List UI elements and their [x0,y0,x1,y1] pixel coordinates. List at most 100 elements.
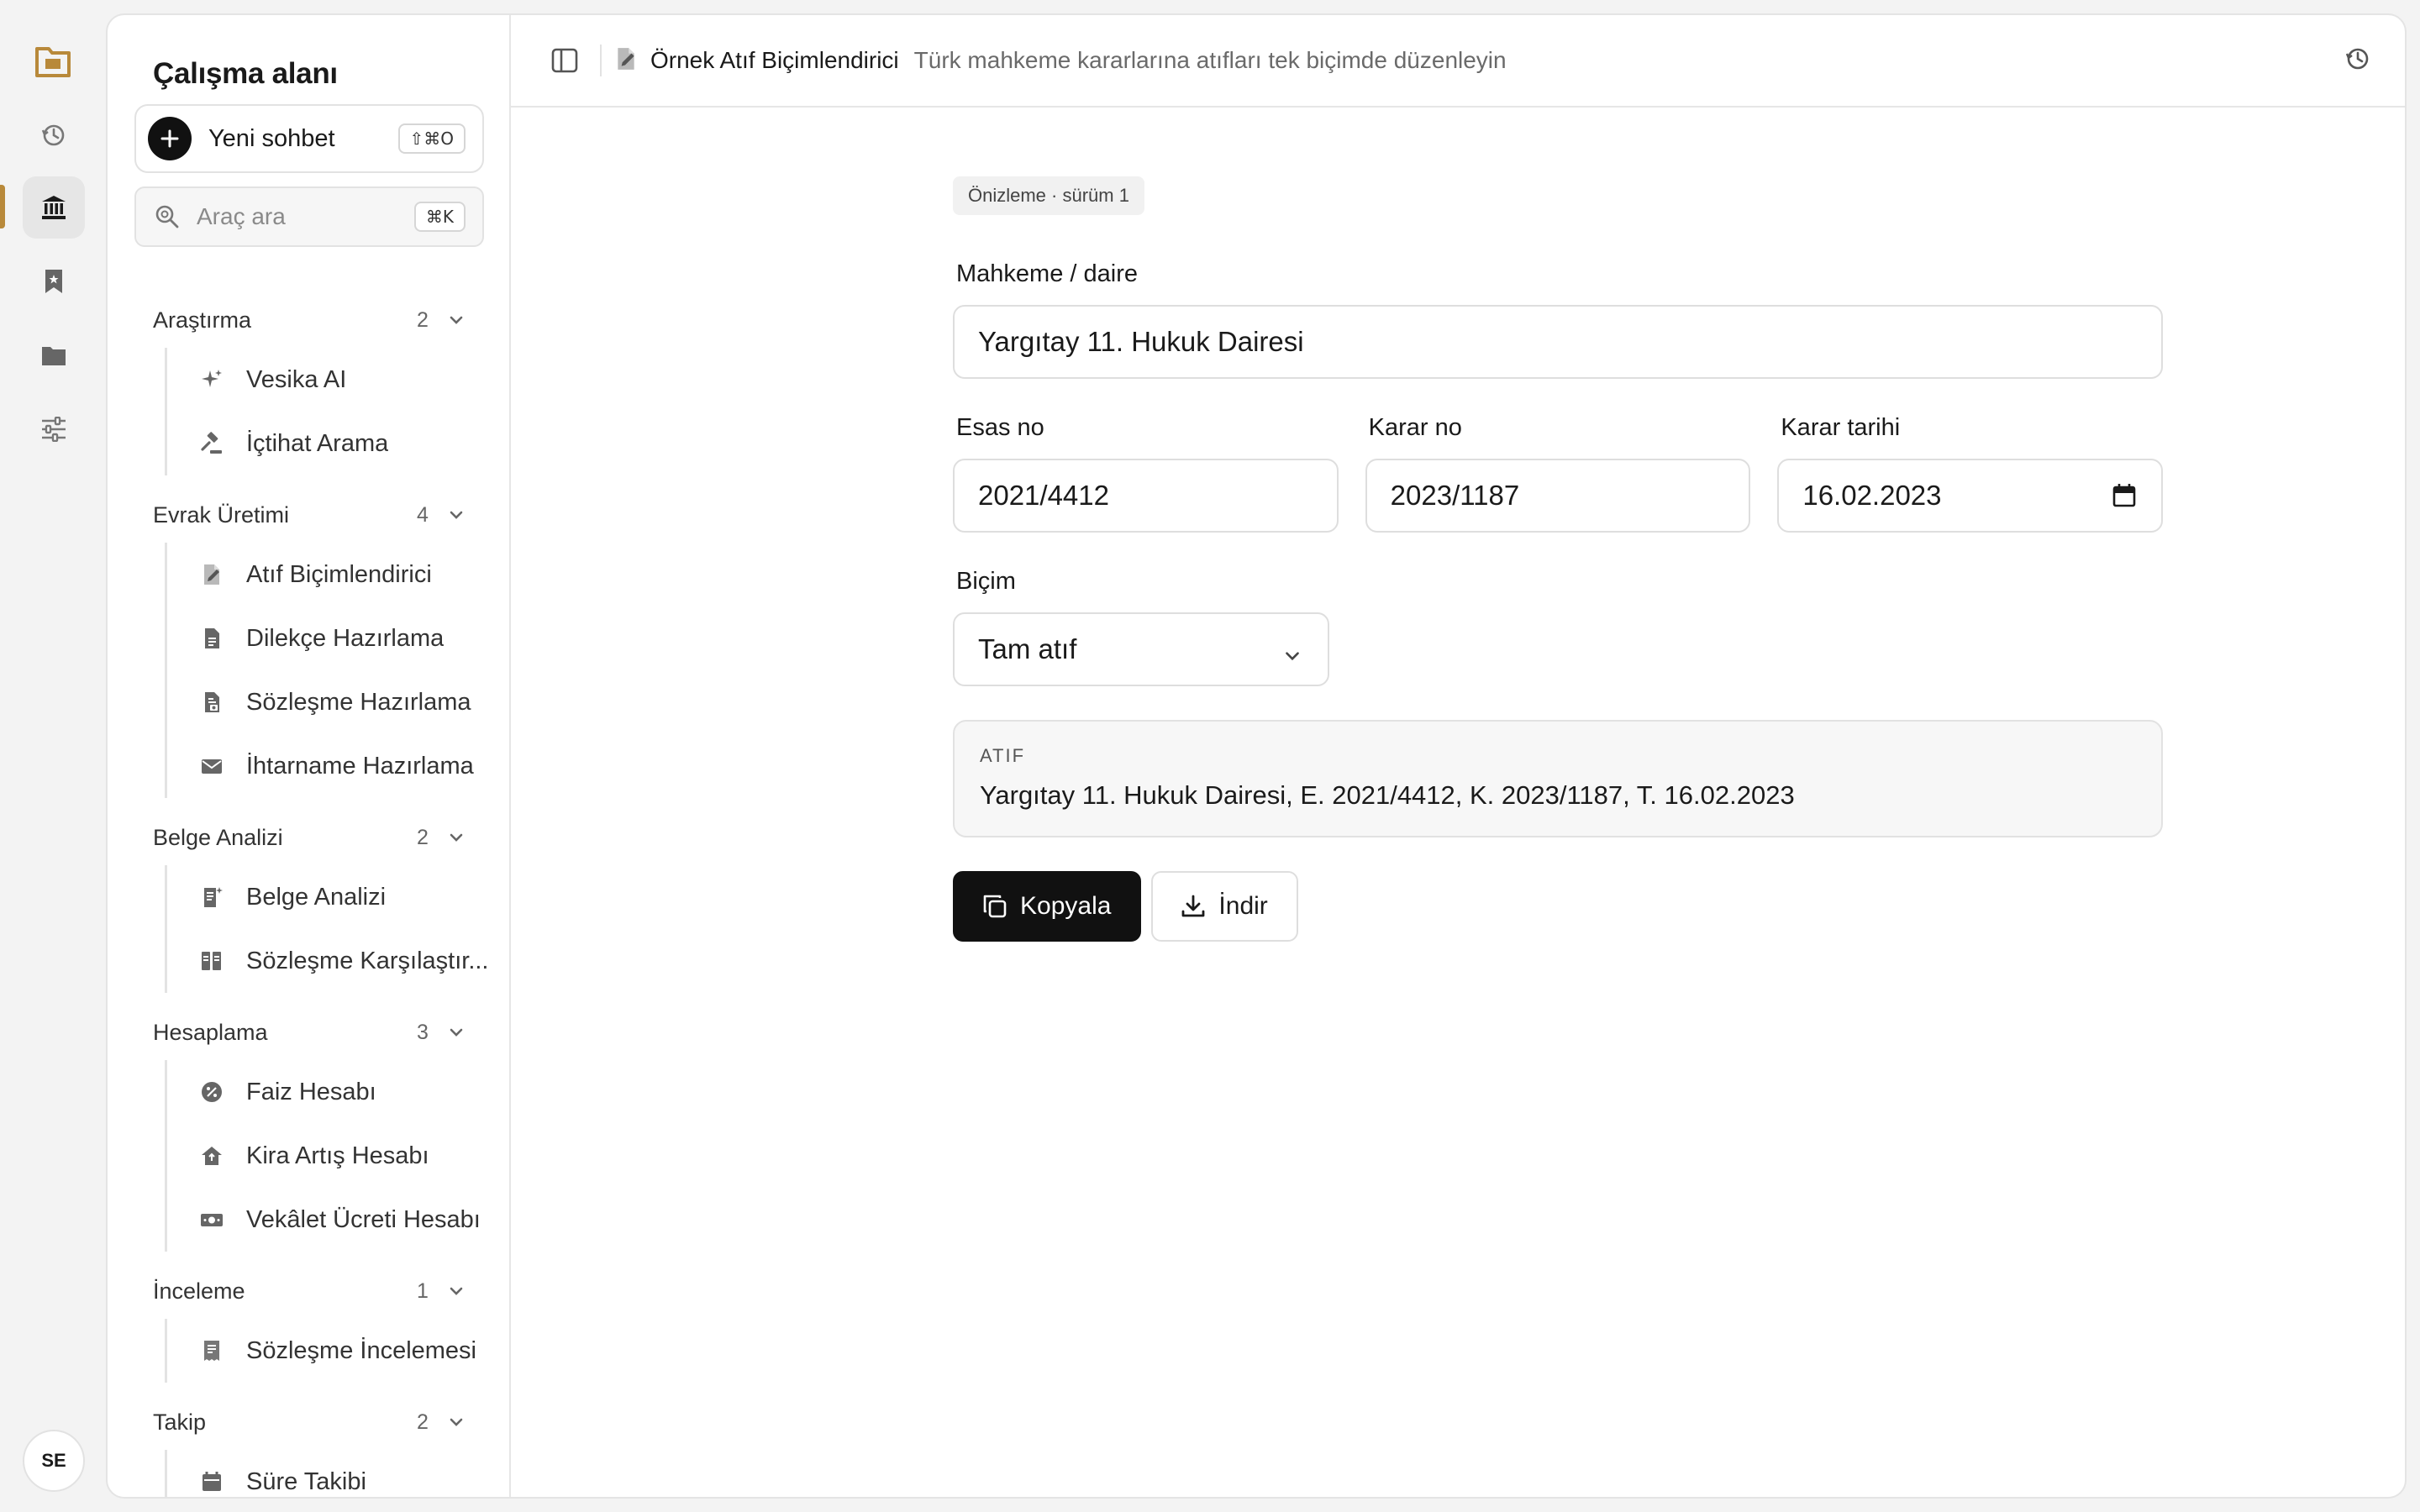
percent-icon [199,1079,224,1105]
group-header[interactable]: İnceleme 1 [108,1263,509,1319]
copy-icon [981,893,1008,920]
sidebar-item-atif-bicimlendirici[interactable]: Atıf Biçimlendirici [167,543,509,606]
sidebar-item-sozlesme-hazirlama[interactable]: Sözleşme Hazırlama [167,670,509,734]
calendar-icon[interactable] [2111,482,2138,513]
search-input[interactable] [197,203,407,230]
money-icon [199,1207,224,1232]
receipt-icon [199,1338,224,1363]
bookmark-icon[interactable] [23,250,85,312]
group-count: 2 [417,825,429,849]
chevron-down-icon[interactable] [447,311,466,333]
search-shortcut: ⌘K [413,202,466,232]
group-name: Belge Analizi [153,824,283,850]
sidebar-item-label: Sözleşme Karşılaştır... [246,947,489,974]
format-select[interactable]: Tam atıf [953,612,1329,686]
court-input[interactable] [953,305,2163,379]
group-header[interactable]: Belge Analizi 2 [108,810,509,865]
house-icon [199,1143,224,1168]
chevron-down-icon[interactable] [447,1282,466,1305]
group-name: Hesaplama [153,1019,268,1045]
sidebar-item-label: Dilekçe Hazırlama [246,624,445,652]
group-evrak-uretimi: Evrak Üretimi 4 Atıf Biçimlendirici Dile… [108,487,509,798]
group-belge-analizi: Belge Analizi 2 Belge Analizi Sözleşme K… [108,810,509,993]
sidebar: Çalışma alanı Yeni sohbet ⇧⌘O ⌘K Araştır… [108,15,511,1497]
case-number-row: Esas no Karar no Karar tarihi [953,414,2164,533]
folder-icon[interactable] [23,324,85,386]
download-button[interactable]: İndir [1151,871,1298,942]
history-icon[interactable] [23,104,85,166]
sidebar-item-label: İçtihat Arama [246,429,389,457]
history-icon[interactable] [2344,45,2371,76]
group-name: Araştırma [153,307,252,333]
group-header[interactable]: Araştırma 2 [108,292,509,348]
sidebar-item-sure-takibi[interactable]: Süre Takibi [167,1450,509,1497]
folder-logo-icon[interactable] [34,42,72,81]
sidebar-item-dilekce-hazirlama[interactable]: Dilekçe Hazırlama [167,606,509,670]
sidebar-item-ictihat-arama[interactable]: İçtihat Arama [167,412,509,475]
main-card: Çalışma alanı Yeni sohbet ⇧⌘O ⌘K Araştır… [106,13,2407,1499]
tool-title: Örnek Atıf Biçimlendirici [650,47,899,73]
sidebar-item-sozlesme-karsilastirma[interactable]: Sözleşme Karşılaştır... [167,929,509,993]
group-count: 2 [417,307,429,332]
chevron-down-icon[interactable] [447,1413,466,1436]
tool-groups: Araştırma 2 Vesika AI İçtihat Arama Evra… [108,292,509,1497]
esas-input[interactable] [953,459,1339,533]
sidebar-item-belge-analizi[interactable]: Belge Analizi [167,865,509,929]
sidebar-item-vekalet-ucreti-hesabi[interactable]: Vekâlet Ücreti Hesabı [167,1188,509,1252]
chevron-down-icon[interactable] [447,506,466,528]
group-hesaplama: Hesaplama 3 Faiz Hesabı Kira Artış Hesab… [108,1005,509,1252]
sidebar-item-label: Vekâlet Ücreti Hesabı [246,1205,481,1233]
sidebar-item-sozlesme-incelemesi[interactable]: Sözleşme İncelemesi [167,1319,509,1383]
sidebar-item-faiz-hesabi[interactable]: Faiz Hesabı [167,1060,509,1124]
sidebar-item-label: Belge Analizi [246,883,387,911]
sidebar-item-label: İhtarname Hazırlama [246,752,474,780]
topbar: Örnek Atıf Biçimlendirici Türk mahkeme k… [511,15,2405,108]
plus-icon [148,117,192,160]
envelope-icon [199,753,224,779]
copy-label: Kopyala [1020,892,1112,920]
sidebar-toggle-icon[interactable] [548,44,581,77]
content-area: Önizleme · sürüm 1 Mahkeme / daire Esas … [511,109,2405,1497]
new-chat-button[interactable]: Yeni sohbet ⇧⌘O [134,104,484,173]
group-name: İnceleme [153,1278,245,1304]
sidebar-item-label: Sözleşme Hazırlama [246,688,471,716]
esas-label: Esas no [956,414,1044,441]
chevron-down-icon[interactable] [447,828,466,851]
chevron-down-icon[interactable] [447,1023,466,1046]
new-chat-label: Yeni sohbet [208,124,335,152]
group-header[interactable]: Evrak Üretimi 4 [108,487,509,543]
version-badge: Önizleme · sürüm 1 [953,176,1144,215]
karar-input[interactable] [1365,459,1751,533]
group-name: Evrak Üretimi [153,501,290,528]
group-header[interactable]: Hesaplama 3 [108,1005,509,1060]
sidebar-item-label: Vesika AI [246,365,347,393]
copy-button[interactable]: Kopyala [953,871,1142,942]
group-count: 3 [417,1020,429,1044]
new-chat-shortcut: ⇧⌘O [397,123,466,154]
tool-description: Türk mahkeme kararlarına atıfları tek bi… [913,47,1507,73]
sidebar-item-label: Atıf Biçimlendirici [246,560,432,588]
citation-text: Yargıtay 11. Hukuk Dairesi, E. 2021/4412… [980,780,1795,810]
format-label: Biçim [956,568,1016,595]
sparkle-icon [199,367,224,392]
group-name: Takip [153,1409,207,1435]
court-label: Mahkeme / daire [956,260,1138,287]
document-sparkle-icon [199,885,224,910]
chevron-down-icon [1282,641,1302,673]
citation-form: Önizleme · sürüm 1 Mahkeme / daire Esas … [953,176,2164,942]
group-count: 1 [417,1278,429,1303]
sidebar-item-kira-artis-hesabi[interactable]: Kira Artış Hesabı [167,1124,509,1188]
date-input[interactable] [1777,459,2164,533]
avatar[interactable]: SE [23,1430,85,1492]
sidebar-item-ihtarname-hazirlama[interactable]: İhtarname Hazırlama [167,734,509,798]
sidebar-item-vesika-ai[interactable]: Vesika AI [167,348,509,412]
group-count: 2 [417,1410,429,1434]
courthouse-icon[interactable] [23,176,85,239]
search-icon [155,204,180,229]
citation-output: ATIF Yargıtay 11. Hukuk Dairesi, E. 2021… [953,720,2163,837]
document-icon [199,626,224,651]
sidebar-item-label: Süre Takibi [246,1467,366,1495]
group-header[interactable]: Takip 2 [108,1394,509,1450]
sliders-icon[interactable] [23,398,85,460]
group-takip: Takip 2 Süre Takibi [108,1394,509,1497]
